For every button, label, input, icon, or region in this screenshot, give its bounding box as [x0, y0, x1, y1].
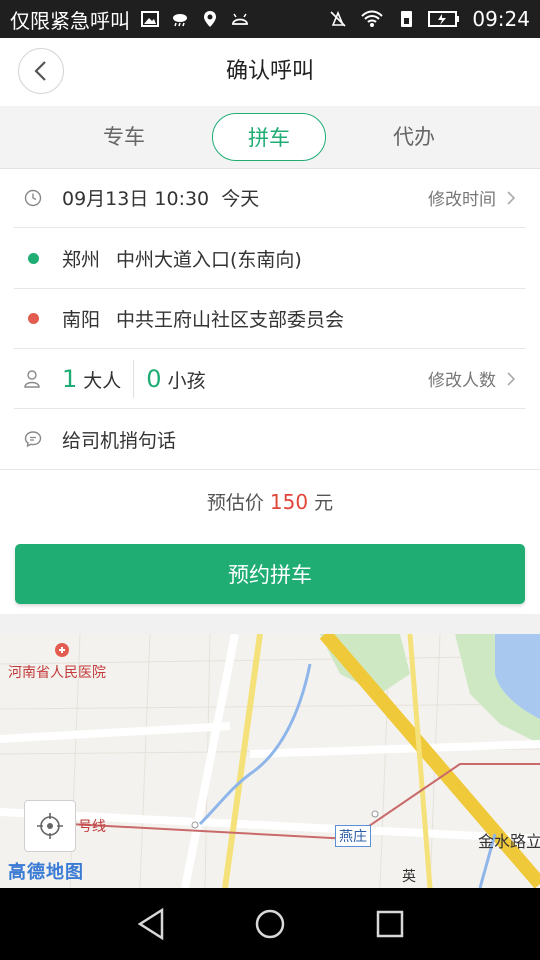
destination-row[interactable]: 南阳 中共王府山社区支部委员会	[14, 289, 526, 349]
origin-place: 中州大道入口(东南向)	[116, 249, 302, 271]
price-prefix: 预估价	[206, 492, 264, 514]
locate-button[interactable]	[24, 800, 76, 852]
chevron-left-icon	[34, 61, 46, 81]
price-amount: 150	[269, 490, 309, 514]
chevron-right-icon	[507, 371, 516, 386]
estimated-price: 预估价 150 元	[0, 488, 540, 515]
chevron-right-icon	[507, 190, 516, 205]
destination-dot-icon	[27, 313, 39, 324]
navigation-bar	[0, 888, 540, 960]
map-label-road: 金水路立	[478, 832, 540, 851]
origin-city: 郑州	[62, 249, 101, 271]
location-icon	[204, 11, 216, 27]
clock-icon	[22, 189, 44, 207]
carrier-text: 仅限紧急呼叫	[10, 8, 130, 33]
wifi-icon	[361, 10, 384, 27]
mute-icon	[330, 10, 346, 27]
driver-message-input[interactable]: 给司机捎句话	[62, 426, 176, 453]
person-icon	[22, 369, 44, 389]
image-icon	[141, 11, 159, 27]
battery-icon	[428, 11, 460, 27]
weather-icon	[173, 14, 187, 27]
map-label-station: 燕庄	[335, 825, 371, 847]
modify-passengers-label: 修改人数	[428, 371, 496, 391]
map-label-metro-line: 号线	[78, 819, 106, 835]
status-bar: 仅限紧急呼叫 09:24	[0, 0, 540, 38]
origin-row[interactable]: 郑州 中州大道入口(东南向)	[14, 229, 526, 289]
tab-bar: 专车 拼车 代办	[0, 106, 540, 169]
back-button[interactable]	[18, 48, 64, 94]
back-nav-icon[interactable]	[132, 906, 172, 942]
android-icon	[232, 13, 248, 25]
sim-icon	[401, 11, 413, 27]
child-count: 0	[146, 364, 162, 393]
destination-place: 中共王府山社区支部委员会	[116, 309, 345, 331]
child-label: 小孩	[167, 369, 206, 392]
clock-text: 09:24	[472, 7, 530, 31]
tab-special-car[interactable]: 专车	[67, 113, 181, 161]
destination-city: 南阳	[62, 309, 101, 331]
price-unit: 元	[314, 492, 334, 514]
header-bar: 确认呼叫	[0, 38, 540, 107]
origin-dot-icon	[27, 253, 39, 264]
book-carpool-button[interactable]: 预约拼车	[15, 544, 525, 604]
adult-count: 1	[62, 364, 78, 393]
modify-passengers-link[interactable]: 修改人数	[428, 366, 516, 391]
chat-icon	[22, 430, 44, 448]
crosshair-icon	[37, 813, 63, 839]
modify-time-label: 修改时间	[428, 190, 496, 210]
map-view[interactable]: 河南省人民医院 号线 燕庄 金水路立 英	[0, 634, 540, 888]
modify-time-link[interactable]: 修改时间	[428, 185, 516, 210]
passenger-row[interactable]: 1 大人 0 小孩 修改人数	[14, 349, 526, 409]
tab-errand[interactable]: 代办	[357, 113, 471, 161]
message-row[interactable]: 给司机捎句话	[14, 409, 526, 469]
adult-label: 大人	[83, 369, 122, 392]
divider	[0, 469, 540, 470]
home-nav-icon[interactable]	[250, 906, 290, 942]
page-title: 确认呼叫	[225, 59, 314, 84]
map-logo: 高德地图	[8, 862, 84, 883]
map-label-poi: 英	[402, 869, 416, 885]
recent-apps-icon[interactable]	[370, 906, 410, 942]
tab-carpool[interactable]: 拼车	[212, 113, 326, 161]
time-row[interactable]: 09月13日 10:30 今天 修改时间	[14, 168, 526, 228]
divider	[133, 359, 135, 398]
map-label-hospital: 河南省人民医院	[8, 665, 106, 681]
separator	[0, 614, 540, 634]
departure-time: 09月13日 10:30 今天	[62, 188, 260, 210]
